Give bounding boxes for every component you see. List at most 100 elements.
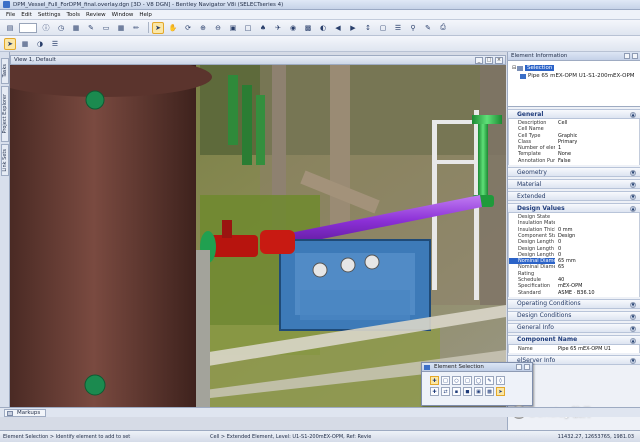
individual-select-icon[interactable]: ✚ bbox=[430, 376, 439, 385]
grid-icon[interactable]: ▦ bbox=[115, 22, 127, 34]
section-design-values[interactable]: Design Values ▲ bbox=[508, 203, 640, 214]
clip-volume-icon[interactable]: ▩ bbox=[302, 22, 314, 34]
minimize-icon[interactable]: _ bbox=[475, 56, 483, 64]
view-window-header[interactable]: View 1, Default _ □ × bbox=[10, 55, 506, 65]
tab-project-explorer[interactable]: Project Explorer bbox=[1, 86, 9, 142]
pointer-icon[interactable]: ➤ bbox=[496, 387, 505, 396]
view-attributes-icon[interactable]: ▦ bbox=[19, 38, 31, 50]
panel-title-bar[interactable]: Element Information bbox=[508, 52, 640, 61]
shape-select-icon[interactable]: ○ bbox=[452, 376, 461, 385]
tab-markups[interactable]: Markups bbox=[4, 409, 47, 417]
chevron-down-icon[interactable]: ▼ bbox=[630, 301, 636, 308]
walk-icon[interactable]: ♠ bbox=[257, 22, 269, 34]
toolbox-close-icon[interactable] bbox=[524, 364, 530, 370]
new-mode-icon[interactable]: ✚ bbox=[430, 387, 439, 396]
clock-icon[interactable]: ◷ bbox=[55, 22, 67, 34]
filter-icon[interactable]: ◊ bbox=[496, 376, 505, 385]
clear-mode-icon[interactable]: ▣ bbox=[474, 387, 483, 396]
section-component-name[interactable]: Component Name ▲ bbox=[508, 334, 640, 345]
panel-pin-icon[interactable] bbox=[624, 53, 630, 59]
redline-icon[interactable]: ✏ bbox=[130, 22, 142, 34]
property-row[interactable]: Name Pipe 65 mEX-OPM U1 bbox=[509, 346, 639, 352]
section-general[interactable]: General ▲ bbox=[508, 109, 640, 119]
camera-icon[interactable]: ◉ bbox=[287, 22, 299, 34]
tab-project-explorer-label: Project Explorer bbox=[2, 94, 8, 134]
panel-close-icon[interactable] bbox=[632, 53, 638, 59]
menu-window[interactable]: Window bbox=[112, 12, 134, 18]
zoom-out-icon[interactable]: ⊖ bbox=[212, 22, 224, 34]
zoom-in-icon[interactable]: ⊕ bbox=[197, 22, 209, 34]
close-icon[interactable]: × bbox=[495, 56, 503, 64]
menu-settings[interactable]: Settings bbox=[38, 12, 61, 18]
select-all-icon[interactable]: ▩ bbox=[485, 387, 494, 396]
level-display-icon[interactable]: ☰ bbox=[49, 38, 61, 50]
chevron-down-icon[interactable]: ▼ bbox=[630, 182, 636, 189]
pencil-icon[interactable]: ✎ bbox=[85, 22, 97, 34]
markup-icon[interactable]: ✎ bbox=[422, 22, 434, 34]
maximize-icon[interactable]: □ bbox=[485, 56, 493, 64]
property-value: Pipe 65 mEX-OPM U1 bbox=[558, 345, 611, 352]
invert-mode-icon[interactable]: ◼ bbox=[463, 387, 472, 396]
chevron-down-icon[interactable]: ▼ bbox=[630, 170, 636, 177]
chevron-down-icon[interactable]: ▼ bbox=[630, 358, 636, 365]
print-icon[interactable]: ⎙ bbox=[437, 22, 449, 34]
line-select-icon[interactable]: □ bbox=[463, 376, 472, 385]
3d-viewport[interactable] bbox=[10, 65, 506, 407]
properties-icon[interactable]: ☰ bbox=[392, 22, 404, 34]
hand-pan-icon[interactable]: ✋ bbox=[167, 22, 179, 34]
section-geometry[interactable]: Geometry ▼ bbox=[508, 167, 640, 178]
section-general-info[interactable]: General Info ▼ bbox=[508, 322, 640, 333]
add-mode-icon[interactable]: ⇄ bbox=[441, 387, 450, 396]
section-design-conditions[interactable]: Design Conditions ▼ bbox=[508, 310, 640, 321]
toolbar-combo[interactable] bbox=[19, 22, 37, 33]
chevron-up-icon[interactable]: ▲ bbox=[630, 206, 636, 213]
menu-file[interactable]: File bbox=[6, 12, 15, 18]
fly-icon[interactable]: ✈ bbox=[272, 22, 284, 34]
info-icon[interactable]: ⓘ bbox=[40, 22, 52, 34]
tab-tasks[interactable]: Tasks bbox=[1, 58, 9, 84]
section-operating-conditions[interactable]: Operating Conditions ▼ bbox=[508, 298, 640, 309]
vessel-nozzle bbox=[85, 90, 105, 110]
open-icon[interactable]: ▤ bbox=[4, 22, 16, 34]
section-icon[interactable]: ▢ bbox=[377, 22, 389, 34]
select-arrow-icon[interactable]: ➤ bbox=[152, 21, 164, 34]
previous-view-icon[interactable]: ◀ bbox=[332, 22, 344, 34]
panel-title: Element Information bbox=[511, 53, 568, 59]
select-tool-icon[interactable]: ➤ bbox=[4, 37, 16, 50]
section-material[interactable]: Material ▼ bbox=[508, 179, 640, 190]
section-title: Extended bbox=[517, 192, 546, 200]
gauge bbox=[364, 254, 380, 270]
block-select-icon[interactable]: □ bbox=[441, 376, 450, 385]
menu-tools[interactable]: Tools bbox=[66, 12, 80, 18]
display-style-icon[interactable]: ◑ bbox=[34, 38, 46, 50]
menu-help[interactable]: Help bbox=[139, 12, 152, 18]
render-mode-icon[interactable]: ◐ bbox=[317, 22, 329, 34]
chevron-down-icon[interactable]: ▼ bbox=[630, 194, 636, 201]
property-row[interactable]: Standard ASME · B36.10 bbox=[509, 290, 639, 296]
toolbox-help-icon[interactable] bbox=[516, 364, 522, 370]
menu-edit[interactable]: Edit bbox=[21, 12, 32, 18]
circle-select-icon[interactable]: ◯ bbox=[474, 376, 483, 385]
property-row[interactable]: Annotation PurposeFalse bbox=[509, 158, 639, 164]
tree-item-pipe[interactable]: Pipe 65 mEX-OPM U1-S1-200mEX-OPM bbox=[512, 72, 636, 80]
layers-icon[interactable]: ▦ bbox=[70, 22, 82, 34]
fit-view-icon[interactable]: ▣ bbox=[227, 22, 239, 34]
subtract-mode-icon[interactable]: ▪ bbox=[452, 387, 461, 396]
next-view-icon[interactable]: ▶ bbox=[347, 22, 359, 34]
toolbox-title-bar[interactable]: Element Selection bbox=[422, 363, 532, 372]
rotate-icon[interactable]: ⟳ bbox=[182, 22, 194, 34]
tab-link-sets[interactable]: Link Sets bbox=[1, 144, 9, 176]
polygon-select-icon[interactable]: ✎ bbox=[485, 376, 494, 385]
measure-icon[interactable]: ↕ bbox=[362, 22, 374, 34]
status-coordinates: 11432.27, 12653765, 1981.03 bbox=[557, 433, 634, 440]
window-area-icon[interactable]: □ bbox=[242, 22, 254, 34]
menu-review[interactable]: Review bbox=[86, 12, 106, 18]
chevron-up-icon[interactable]: ▲ bbox=[630, 337, 636, 344]
chevron-up-icon[interactable]: ▲ bbox=[630, 112, 636, 118]
section-extended[interactable]: Extended ▼ bbox=[508, 191, 640, 202]
eraser-icon[interactable]: ▭ bbox=[100, 22, 112, 34]
search-icon[interactable]: ⚲ bbox=[407, 22, 419, 34]
chevron-down-icon[interactable]: ▼ bbox=[630, 325, 636, 332]
chevron-down-icon[interactable]: ▼ bbox=[630, 313, 636, 320]
tree-item-selection[interactable]: ⊟ Selection bbox=[512, 64, 636, 72]
